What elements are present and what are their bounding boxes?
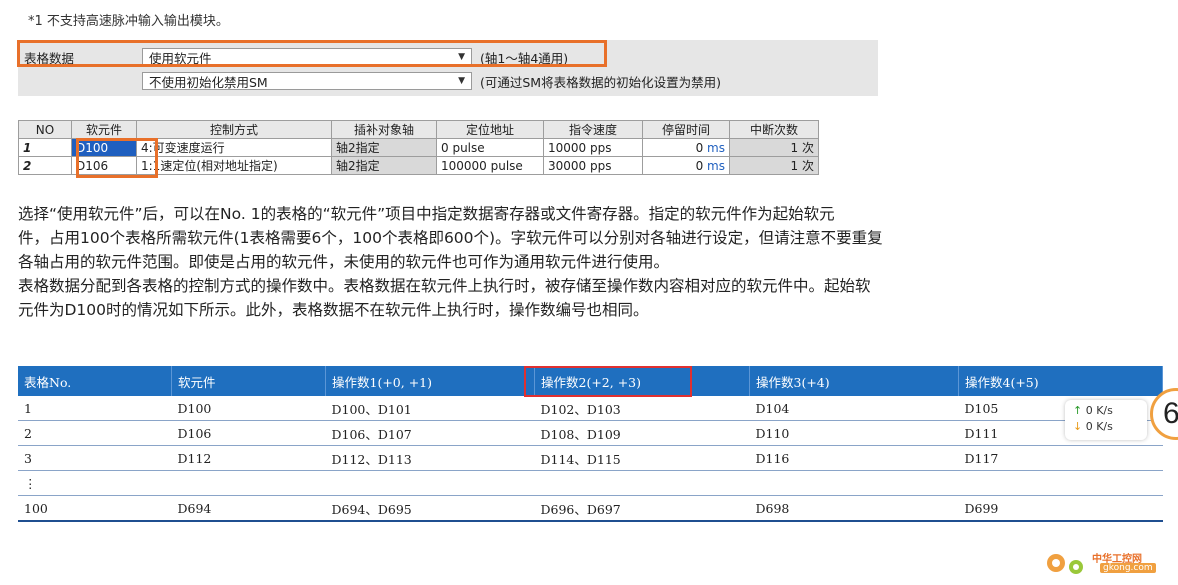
table-cell: D114、D115 — [534, 445, 750, 471]
table-cell — [325, 470, 535, 496]
table-cell: D102、D103 — [534, 396, 750, 421]
table-cell: D694、D695 — [325, 495, 535, 522]
grid-header: 指令速度 — [543, 120, 643, 139]
table-cell: ⋮ — [18, 470, 172, 496]
table-cell: D106、D107 — [325, 420, 535, 446]
grid-header: 插补对象轴 — [331, 120, 437, 139]
paragraph-line: 件，占用100个表格所需软元件(1表格需要6个，100个表格即600个)。字软元… — [18, 229, 883, 247]
paragraph-line: 表格数据分配到各表格的控制方式的操作数中。表格数据在软元件上执行时，被存储至操作… — [18, 277, 871, 295]
grid-cell-axis[interactable]: 轴2指定 — [331, 138, 437, 157]
grid-cell-address[interactable]: 0 pulse — [436, 138, 544, 157]
table-cell: 2 — [18, 420, 172, 446]
table-cell: D100、D101 — [325, 396, 535, 421]
table-cell: D110 — [749, 420, 959, 446]
table-cell: D696、D697 — [534, 495, 750, 522]
table-cell: D112 — [171, 445, 326, 471]
table-cell: D116 — [749, 445, 959, 471]
init-note: (可通过SM将表格数据的初始化设置为禁用) — [480, 74, 721, 90]
grid-cell-speed[interactable]: 10000 pps — [543, 138, 643, 157]
table-cell: 100 — [18, 495, 172, 522]
table-row: 2 D106 D106、D107 D108、D109 D110 D111 — [18, 420, 1163, 446]
highlight-operand2 — [524, 366, 692, 397]
table-cell: D699 — [958, 495, 1163, 522]
table-header: 操作数1(+0, +1) — [325, 366, 535, 396]
table-cell: D100 — [171, 396, 326, 421]
grid-cell-count[interactable]: 1 次 — [729, 138, 819, 157]
grid-cell-speed[interactable]: 30000 pps — [543, 156, 643, 175]
table-header: 表格No. — [18, 366, 172, 396]
description-paragraph: 选择“使用软元件”后，可以在No. 1的表格的“软元件”项目中指定数据寄存器或文… — [18, 202, 1168, 322]
table-header: 操作数3(+4) — [749, 366, 959, 396]
grid-header: 控制方式 — [136, 120, 332, 139]
table-cell: D106 — [171, 420, 326, 446]
table-row: 100 D694 D694、D695 D696、D697 D698 D699 — [18, 495, 1163, 522]
grid-cell-dwell[interactable]: 0 ms — [642, 138, 730, 157]
grid-cell-method[interactable]: 4:可变速度运行 — [136, 138, 332, 157]
paragraph-line: 选择“使用软元件”后，可以在No. 1的表格的“软元件”项目中指定数据寄存器或文… — [18, 205, 835, 223]
table-cell — [958, 470, 1163, 496]
grid-cell-address[interactable]: 100000 pulse — [436, 156, 544, 175]
network-speed-widget[interactable]: ↑ 0 K/s ↓ 0 K/s — [1065, 400, 1147, 440]
grid-header: 中断次数 — [729, 120, 819, 139]
table-cell: 1 — [18, 396, 172, 421]
init-disable-dropdown[interactable]: 不使用初始化禁用SM ▼ — [142, 72, 472, 90]
grid-cell-axis[interactable]: 轴2指定 — [331, 156, 437, 175]
table-cell: D698 — [749, 495, 959, 522]
highlight-settings — [17, 40, 607, 67]
table-cell: D104 — [749, 396, 959, 421]
table-cell: D117 — [958, 445, 1163, 471]
table-cell: D108、D109 — [534, 420, 750, 446]
grid-cell-method[interactable]: 1:1速定位(相对地址指定) — [136, 156, 332, 175]
table-cell: 3 — [18, 445, 172, 471]
init-disable-value: 不使用初始化禁用SM — [149, 74, 268, 90]
arrow-up-icon: ↑ — [1073, 404, 1083, 417]
paragraph-line: 各轴占用的软元件范围。即使是占用的软元件，未使用的软元件也可作为通用软元件进行使… — [18, 253, 670, 271]
table-header: 操作数4(+5) — [958, 366, 1163, 396]
table-cell: D112、D113 — [325, 445, 535, 471]
table-row: ⋮ — [18, 470, 1163, 496]
table-cell — [534, 470, 750, 496]
paragraph-line: 元件为D100时的情况如下所示。此外，表格数据不在软元件上执行时，操作数编号也相… — [18, 301, 649, 319]
grid-header: 定位地址 — [436, 120, 544, 139]
grid-cell-count[interactable]: 1 次 — [729, 156, 819, 175]
table-cell: D694 — [171, 495, 326, 522]
table-cell — [749, 470, 959, 496]
grid-header: NO — [18, 120, 72, 139]
watermark-sub: gkong.com — [1100, 563, 1156, 573]
table-row: 1 D100 D100、D101 D102、D103 D104 D105 — [18, 396, 1163, 421]
table-header: 软元件 — [171, 366, 326, 396]
highlight-device-cell — [76, 138, 158, 178]
grid-header: 软元件 — [71, 120, 137, 139]
grid-cell-no[interactable]: 1 — [18, 138, 72, 157]
chevron-down-icon: ▼ — [458, 76, 465, 86]
table-cell — [171, 470, 326, 496]
grid-header: 停留时间 — [642, 120, 730, 139]
grid-cell-dwell[interactable]: 0 ms — [642, 156, 730, 175]
arrow-down-icon: ↓ — [1073, 420, 1083, 433]
grid-cell-no[interactable]: 2 — [18, 156, 72, 175]
footnote: *1 不支持高速脉冲输入输出模块。 — [28, 14, 229, 29]
table-row: 3 D112 D112、D113 D114、D115 D116 D117 — [18, 445, 1163, 471]
